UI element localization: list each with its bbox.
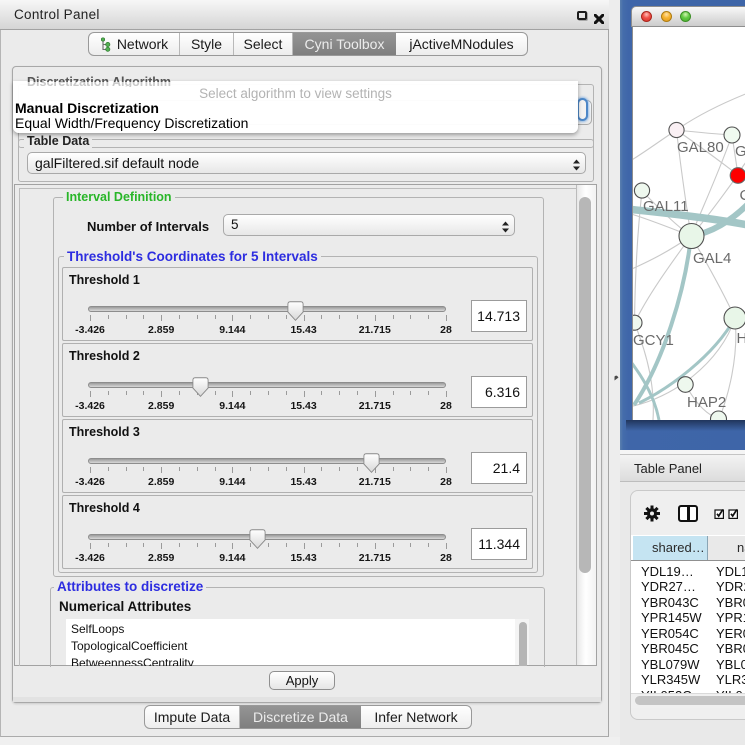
svg-text:C: C	[740, 187, 745, 204]
svg-text:GAL11: GAL11	[643, 198, 689, 215]
svg-text:GAL80: GAL80	[677, 139, 724, 156]
svg-text:HAP2: HAP2	[687, 394, 726, 411]
svg-text:GCY1: GCY1	[633, 332, 674, 349]
svg-text:H: H	[737, 330, 745, 347]
svg-text:GAL4: GAL4	[693, 250, 731, 267]
svg-text:GA: GA	[735, 143, 745, 160]
